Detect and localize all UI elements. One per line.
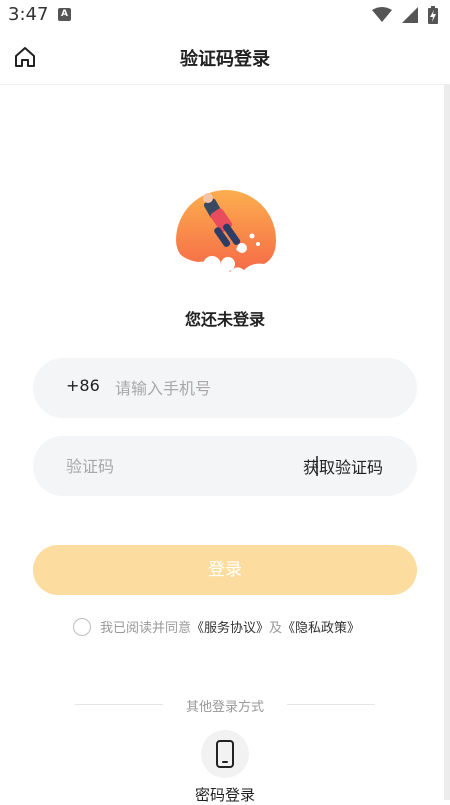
phone-field: +86 [33,358,417,418]
privacy-policy-link[interactable]: 《隐私政策》 [282,617,360,636]
agreement-row: 我已阅读并同意 《服务协议》 及 《隐私政策》 [73,617,360,636]
agreement-text: 我已阅读并同意 [100,621,192,636]
verification-code-input[interactable] [66,450,286,482]
password-login-label[interactable]: 密码登录 [190,784,260,805]
status-time: 3:47 [8,4,49,25]
get-code-button[interactable]: 获取验证码 [303,454,383,478]
status-bar: 3:47 A [0,0,450,30]
not-logged-in-text: 您还未登录 [184,310,265,329]
other-login-label: 其他登录方式 [185,700,264,715]
wifi-icon [372,7,392,22]
login-button[interactable]: 登录 [33,545,417,595]
scrollbar[interactable] [444,85,450,800]
country-code[interactable]: +86 [66,376,100,395]
page-title: 验证码登录 [180,49,270,70]
agreement-and-text: 及 [269,621,283,636]
terms-of-service-link[interactable]: 《服务协议》 [191,617,269,636]
not-logged-in-illustration [172,188,278,276]
battery-icon [428,6,438,24]
phone-icon [216,740,234,768]
notification-app-icon: A [58,8,71,21]
agreement-checkbox[interactable] [73,617,91,636]
other-login-methods: 其他登录方式 [75,696,375,715]
phone-input[interactable] [115,372,395,404]
nav-bar: 验证码登录 [0,30,450,85]
signal-icon [402,7,418,23]
password-login-option[interactable]: 密码登录 [190,730,260,805]
status-icons [372,6,438,24]
password-login-icon-circle[interactable] [201,730,249,778]
divider-right [287,704,375,705]
code-field: 获取验证码 [33,436,417,496]
